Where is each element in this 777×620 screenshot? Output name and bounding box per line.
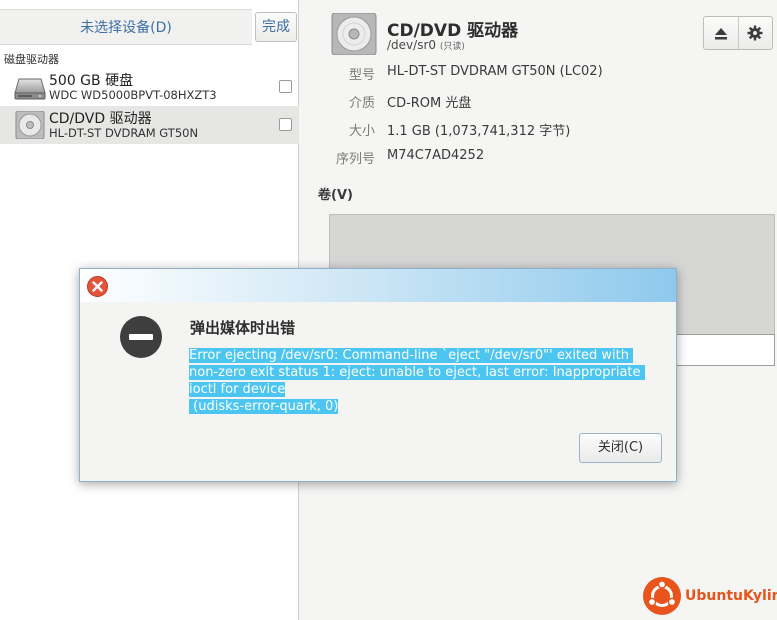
optical-disc-icon <box>331 13 377 55</box>
drive-checkbox[interactable] <box>279 118 292 131</box>
dialog-titlebar <box>80 269 676 302</box>
readonly-tag: (只读) <box>439 42 465 52</box>
dialog-heading: 弹出媒体时出错 <box>190 319 296 337</box>
device-path: /dev/sr0 (只读) <box>387 38 465 52</box>
dialog-message-text: Error ejecting /dev/sr0: Command-line `e… <box>189 348 645 414</box>
drive-name: CD/DVD 驱动器 <box>49 111 152 127</box>
ubuntukylin-logo: UbuntuKylin <box>643 577 777 615</box>
hard-disk-icon <box>14 78 46 100</box>
done-button[interactable]: 完成 <box>255 12 297 42</box>
drive-item-optical[interactable]: CD/DVD 驱动器 HL-DT-ST DVDRAM GT50N <box>0 106 299 144</box>
device-path-text: /dev/sr0 <box>387 38 437 52</box>
drive-model: WDC WD5000BPVT-08HXZT3 <box>49 88 217 102</box>
prop-value-serial: M74C7AD4252 <box>387 148 485 163</box>
sidebar-title: 未选择设备(D) <box>0 9 252 45</box>
prop-label-size: 大小 <box>348 124 375 139</box>
drive-model: HL-DT-ST DVDRAM GT50N <box>49 126 199 140</box>
dialog-message[interactable]: Error ejecting /dev/sr0: Command-line `e… <box>189 347 651 415</box>
prop-value-model: HL-DT-ST DVDRAM GT50N (LC02) <box>387 64 603 79</box>
error-dialog: 弹出媒体时出错 Error ejecting /dev/sr0: Command… <box>79 268 677 482</box>
drive-name: 500 GB 硬盘 <box>49 73 134 89</box>
sidebar-header: 未选择设备(D) 完成 <box>0 9 299 45</box>
close-button[interactable]: 关闭(C) <box>579 433 662 463</box>
volume-info-strip <box>676 334 775 366</box>
device-toolbar <box>703 16 773 50</box>
error-icon <box>120 316 162 358</box>
prop-value-media: CD-ROM 光盘 <box>387 96 472 111</box>
dialog-close-button[interactable] <box>87 276 108 297</box>
ubuntukylin-logo-icon <box>643 577 681 615</box>
drive-item-hdd[interactable]: 500 GB 硬盘 WDC WD5000BPVT-08HXZT3 <box>0 68 299 106</box>
gear-icon <box>747 25 763 41</box>
logo-text: UbuntuKylin <box>685 588 777 604</box>
prop-label-serial: 序列号 <box>335 152 375 167</box>
volumes-label: 卷(V) <box>318 188 353 203</box>
prop-label-media: 介质 <box>348 96 375 111</box>
section-label-drives: 磁盘驱动器 <box>4 53 59 66</box>
optical-disc-icon <box>15 111 45 139</box>
settings-button[interactable] <box>737 17 772 49</box>
prop-value-size: 1.1 GB (1,073,741,312 字节) <box>387 124 571 139</box>
eject-icon <box>714 27 727 39</box>
drive-checkbox[interactable] <box>279 80 292 93</box>
eject-button[interactable] <box>704 17 738 49</box>
prop-label-model: 型号 <box>348 68 375 83</box>
close-icon <box>92 281 103 292</box>
